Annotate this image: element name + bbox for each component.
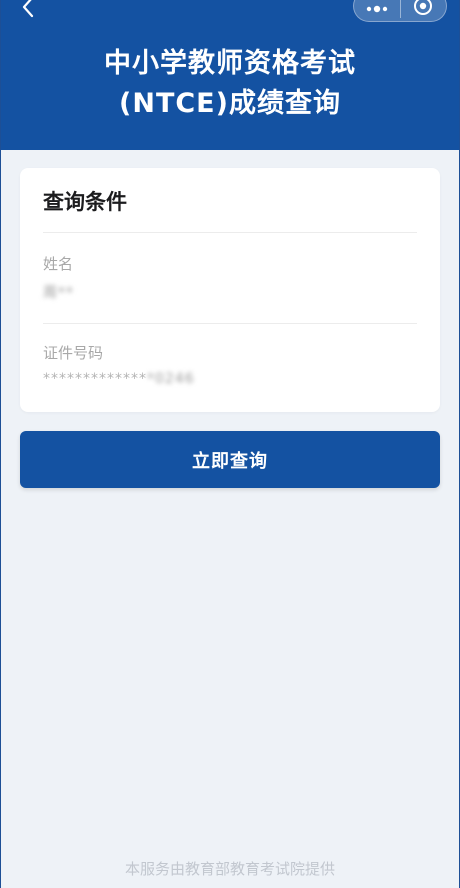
divider [43,323,417,324]
name-label: 姓名 [43,255,74,273]
submit-query-button[interactable]: 立即查询 [20,431,440,488]
divider [43,232,417,233]
page: 中小学教师资格考试 (NTCE)成绩查询 查询条件 姓名 周** 证件号码 **… [0,0,460,888]
more-dots-icon [365,0,389,18]
footer-text: 本服务由教育部教育考试院提供 [124,860,335,878]
id-number-field[interactable]: **************0246 [43,371,195,387]
page-title-line2: (NTCE)成绩查询 [119,88,341,119]
name-field[interactable]: 周** [43,282,74,302]
page-title-line1: 中小学教师资格考试 [104,48,356,79]
id-number-label: 证件号码 [43,344,104,362]
header: 中小学教师资格考试 (NTCE)成绩查询 [1,0,459,150]
section-title: 查询条件 [43,190,127,214]
mini-program-capsule [353,0,447,22]
query-conditions-card: 查询条件 姓名 周** 证件号码 **************0246 [20,168,440,412]
more-button[interactable] [354,0,400,21]
close-mini-program-button[interactable] [401,0,447,21]
back-button[interactable] [13,0,43,24]
page-title: 中小学教师资格考试 (NTCE)成绩查询 [1,44,459,124]
chevron-left-icon [21,0,35,22]
id-number-masked: ************* [43,371,147,387]
id-number-tail: *0246 [147,371,195,387]
target-circle-icon [413,0,433,20]
